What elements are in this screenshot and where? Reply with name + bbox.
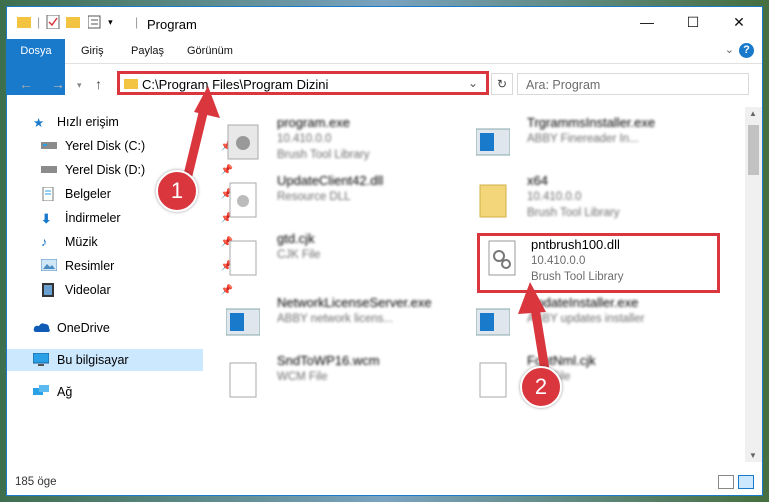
arrow-1-head-icon <box>194 86 220 118</box>
arrow-2-head-icon <box>518 282 546 314</box>
callout-1: 1 <box>156 170 198 212</box>
arrow-1-shaft <box>183 103 210 177</box>
callout-2: 2 <box>520 366 562 408</box>
annotation-arrows <box>183 86 550 371</box>
